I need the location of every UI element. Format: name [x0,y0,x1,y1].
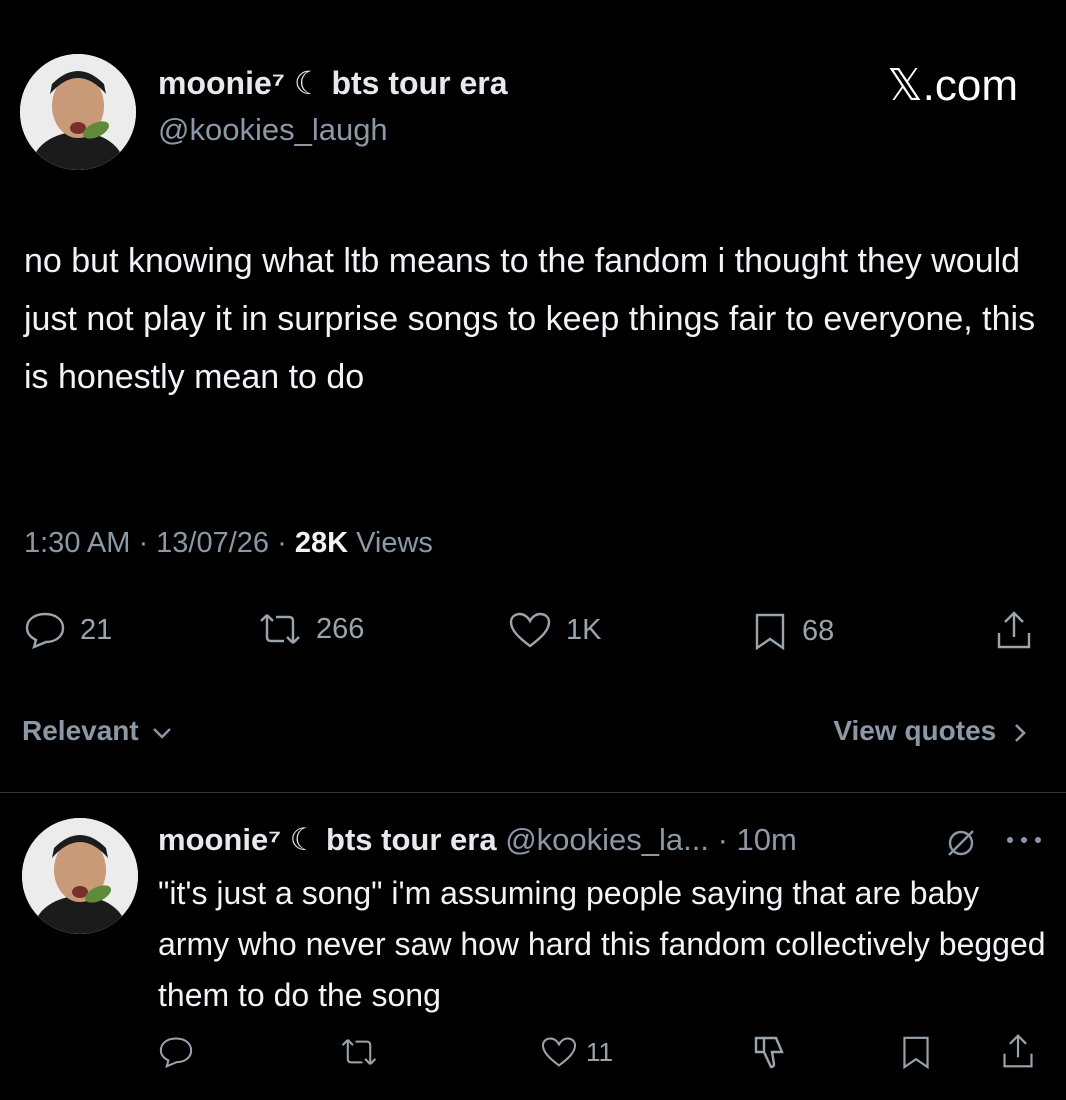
reply-repost-button[interactable] [340,1036,378,1068]
bookmark-count: 68 [802,614,835,647]
views-label: Views [348,527,433,559]
like-button[interactable]: 1K [508,611,601,649]
heart-icon [541,1037,577,1067]
divider [0,792,1066,793]
reply-reply-button[interactable] [158,1036,194,1068]
more-icon[interactable] [1004,834,1044,846]
repost-icon [341,1039,377,1065]
tweet-meta: 1:30 AM · 13/07/26 · 28K Views [24,527,433,560]
bookmark-button[interactable]: 68 [752,611,834,651]
reply-share-button[interactable] [1000,1032,1036,1070]
reply-dislike-button[interactable] [752,1034,788,1070]
repost-count: 266 [316,612,365,645]
reply-header: moonie⁷ ☾ bts tour era @kookies_la... · … [158,822,797,858]
share-button[interactable] [994,609,1034,651]
action-bar: 21 266 1K 68 [0,605,1066,655]
sort-label: Relevant [22,715,139,746]
reply-like-count: 11 [586,1036,613,1067]
reply-count: 21 [80,613,113,646]
share-icon [1003,1034,1033,1068]
reply-icon [159,1037,193,1068]
user-handle[interactable]: @kookies_laugh [158,112,388,148]
sort-dropdown[interactable]: Relevant [22,715,173,747]
reply-icon [25,612,65,649]
heart-icon [509,612,551,648]
chevron-right-icon [1015,723,1026,742]
display-name[interactable]: moonie⁷ ☾ bts tour era [158,64,507,102]
reply-bookmark-button[interactable] [900,1034,932,1070]
reply-text: "it's just a song" i'm assuming people s… [158,875,1046,1013]
view-quotes-link[interactable]: View quotes [833,715,1028,747]
repost-button[interactable]: 266 [258,611,364,647]
muted-icon [948,830,974,856]
bookmark-icon [755,613,785,651]
avatar[interactable] [20,54,136,170]
reply-button[interactable]: 21 [24,611,112,649]
reply-display-name[interactable]: moonie⁷ ☾ bts tour era [158,822,497,857]
dislike-icon [754,1036,784,1069]
views-count: 28K [294,527,349,559]
repost-icon [260,614,300,644]
view-quotes-label: View quotes [833,715,997,746]
reply-like-button[interactable]: 11 [540,1036,613,1068]
tweet-text: no but knowing what ltb means to the fan… [24,242,1036,396]
bookmark-icon [903,1036,929,1070]
tweet-time[interactable]: 1:30 AM · 13/07/26 · [24,527,295,559]
reply-handle-time[interactable]: @kookies_la... · 10m [505,822,797,857]
like-count: 1K [566,613,602,646]
x-logo: 𝕏.com [887,61,1018,110]
share-icon [997,611,1031,649]
reply-avatar[interactable] [22,818,138,934]
chevron-down-icon [152,727,171,739]
